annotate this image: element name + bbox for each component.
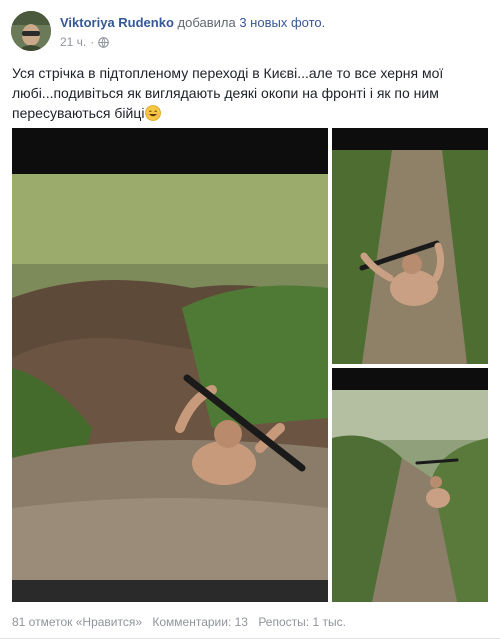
facebook-post: Viktoriya Rudenko добавила 3 новых фото.… (0, 0, 500, 641)
smiling-face-icon (145, 105, 162, 121)
photo-3[interactable] (332, 368, 488, 602)
globe-icon[interactable] (98, 36, 110, 48)
post-meta: 21 ч. · (60, 34, 110, 50)
likes-count[interactable]: 81 отметок «Нравится» (12, 615, 142, 629)
avatar[interactable] (11, 11, 51, 51)
photo-2[interactable] (332, 128, 488, 364)
action-text: добавила (177, 15, 236, 30)
comments-count[interactable]: Комментарии: 13 (152, 615, 248, 629)
post-stats: 81 отметок «Нравится» Комментарии: 13 Ре… (12, 614, 353, 630)
photo-1[interactable] (12, 128, 328, 602)
author-name[interactable]: Viktoriya Rudenko (60, 15, 174, 30)
post-header: Viktoriya Rudenko добавила 3 новых фото. (60, 14, 325, 31)
post-text: Уся стрічка в підтопленому переході в Ки… (12, 63, 482, 123)
divider (0, 638, 500, 639)
timestamp[interactable]: 21 ч. (60, 34, 86, 50)
post-text-main: Уся стрічка в підтопленому переході в Ки… (12, 65, 444, 121)
shares-count[interactable]: Репосты: 1 тыс. (258, 615, 346, 629)
separator-dot: · (90, 35, 95, 49)
photos-link[interactable]: 3 новых фото. (239, 15, 325, 30)
